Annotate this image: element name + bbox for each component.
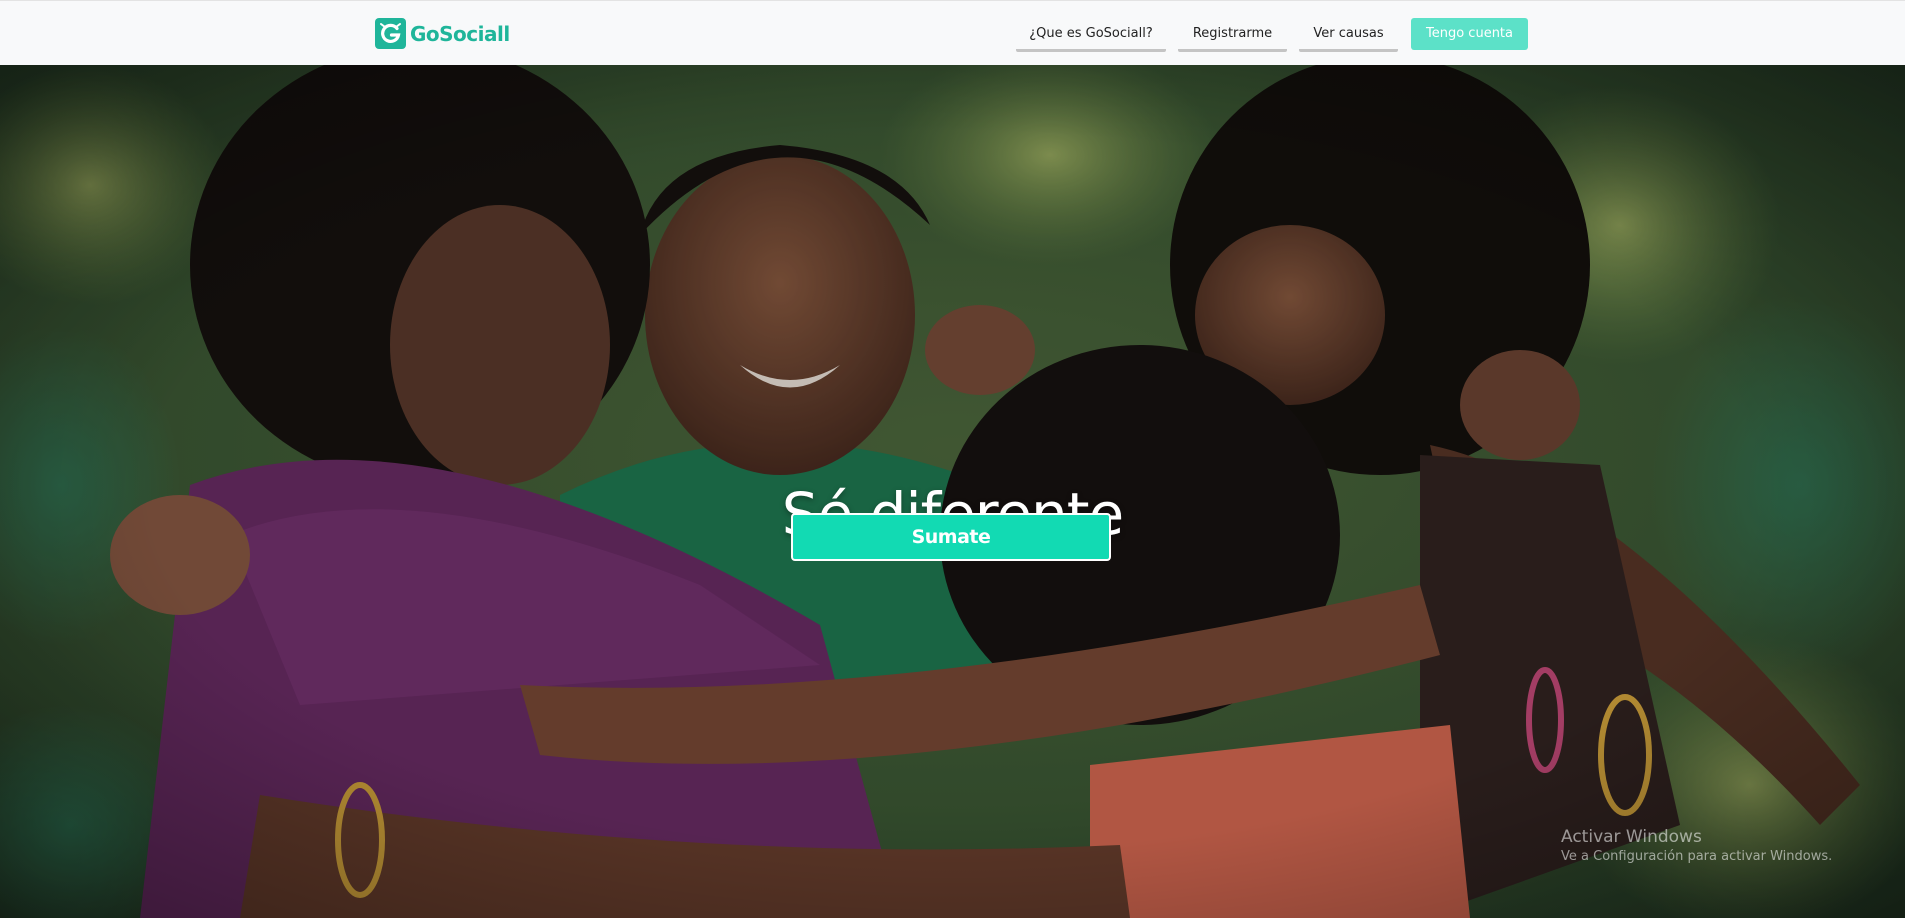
windows-activation-watermark: Activar Windows Ve a Configuración para … bbox=[1561, 826, 1832, 866]
page: GoSociall ¿Que es GoSociall? Registrarme… bbox=[0, 0, 1905, 918]
watermark-title: Activar Windows bbox=[1561, 827, 1702, 847]
nav-link-registrarme[interactable]: Registrarme bbox=[1178, 18, 1287, 52]
nav-link-que-es[interactable]: ¿Que es GoSociall? bbox=[1016, 18, 1166, 52]
tengo-cuenta-button[interactable]: Tengo cuenta bbox=[1411, 18, 1528, 50]
navbar: GoSociall ¿Que es GoSociall? Registrarme… bbox=[0, 0, 1905, 65]
sumate-button[interactable]: Sumate bbox=[791, 513, 1111, 561]
hero-section: Sé diferente Sumate bbox=[0, 65, 1905, 918]
nav-link-ver-causas[interactable]: Ver causas bbox=[1299, 18, 1398, 52]
gosociall-logo-icon bbox=[375, 18, 406, 49]
watermark-subtitle: Ve a Configuración para activar Windows. bbox=[1561, 849, 1833, 864]
brand-link[interactable]: GoSociall bbox=[375, 17, 510, 50]
brand-name: GoSociall bbox=[410, 21, 510, 46]
nav-links: ¿Que es GoSociall? Registrarme Ver causa… bbox=[1016, 18, 1528, 52]
